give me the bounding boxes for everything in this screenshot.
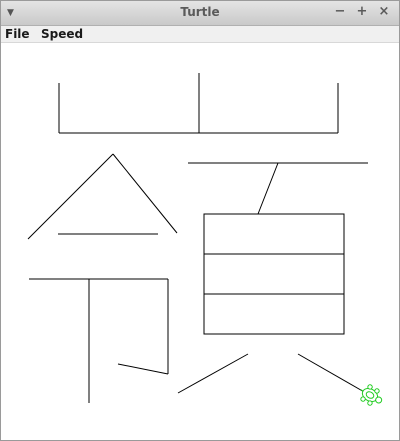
drawn-line: [297, 353, 367, 394]
maximize-button[interactable]: +: [354, 4, 370, 20]
turtle-drawing: [27, 73, 383, 406]
drawn-rectangle: [203, 213, 345, 335]
drawn-line: [177, 353, 249, 394]
drawn-line: [27, 153, 114, 240]
turtle-window: ▼ Turtle − + × File Speed: [0, 0, 400, 441]
menu-bar: File Speed: [1, 26, 399, 43]
drawn-line: [112, 153, 178, 234]
minimize-button[interactable]: −: [332, 4, 348, 20]
drawn-line: [117, 363, 169, 375]
menu-speed[interactable]: Speed: [41, 26, 83, 42]
drawn-line: [257, 162, 279, 215]
drawing-canvas[interactable]: [1, 43, 399, 440]
title-bar[interactable]: ▼ Turtle − + ×: [1, 1, 399, 26]
close-button[interactable]: ×: [376, 4, 392, 20]
menu-file[interactable]: File: [5, 26, 30, 42]
turtle-icon: [360, 384, 383, 406]
